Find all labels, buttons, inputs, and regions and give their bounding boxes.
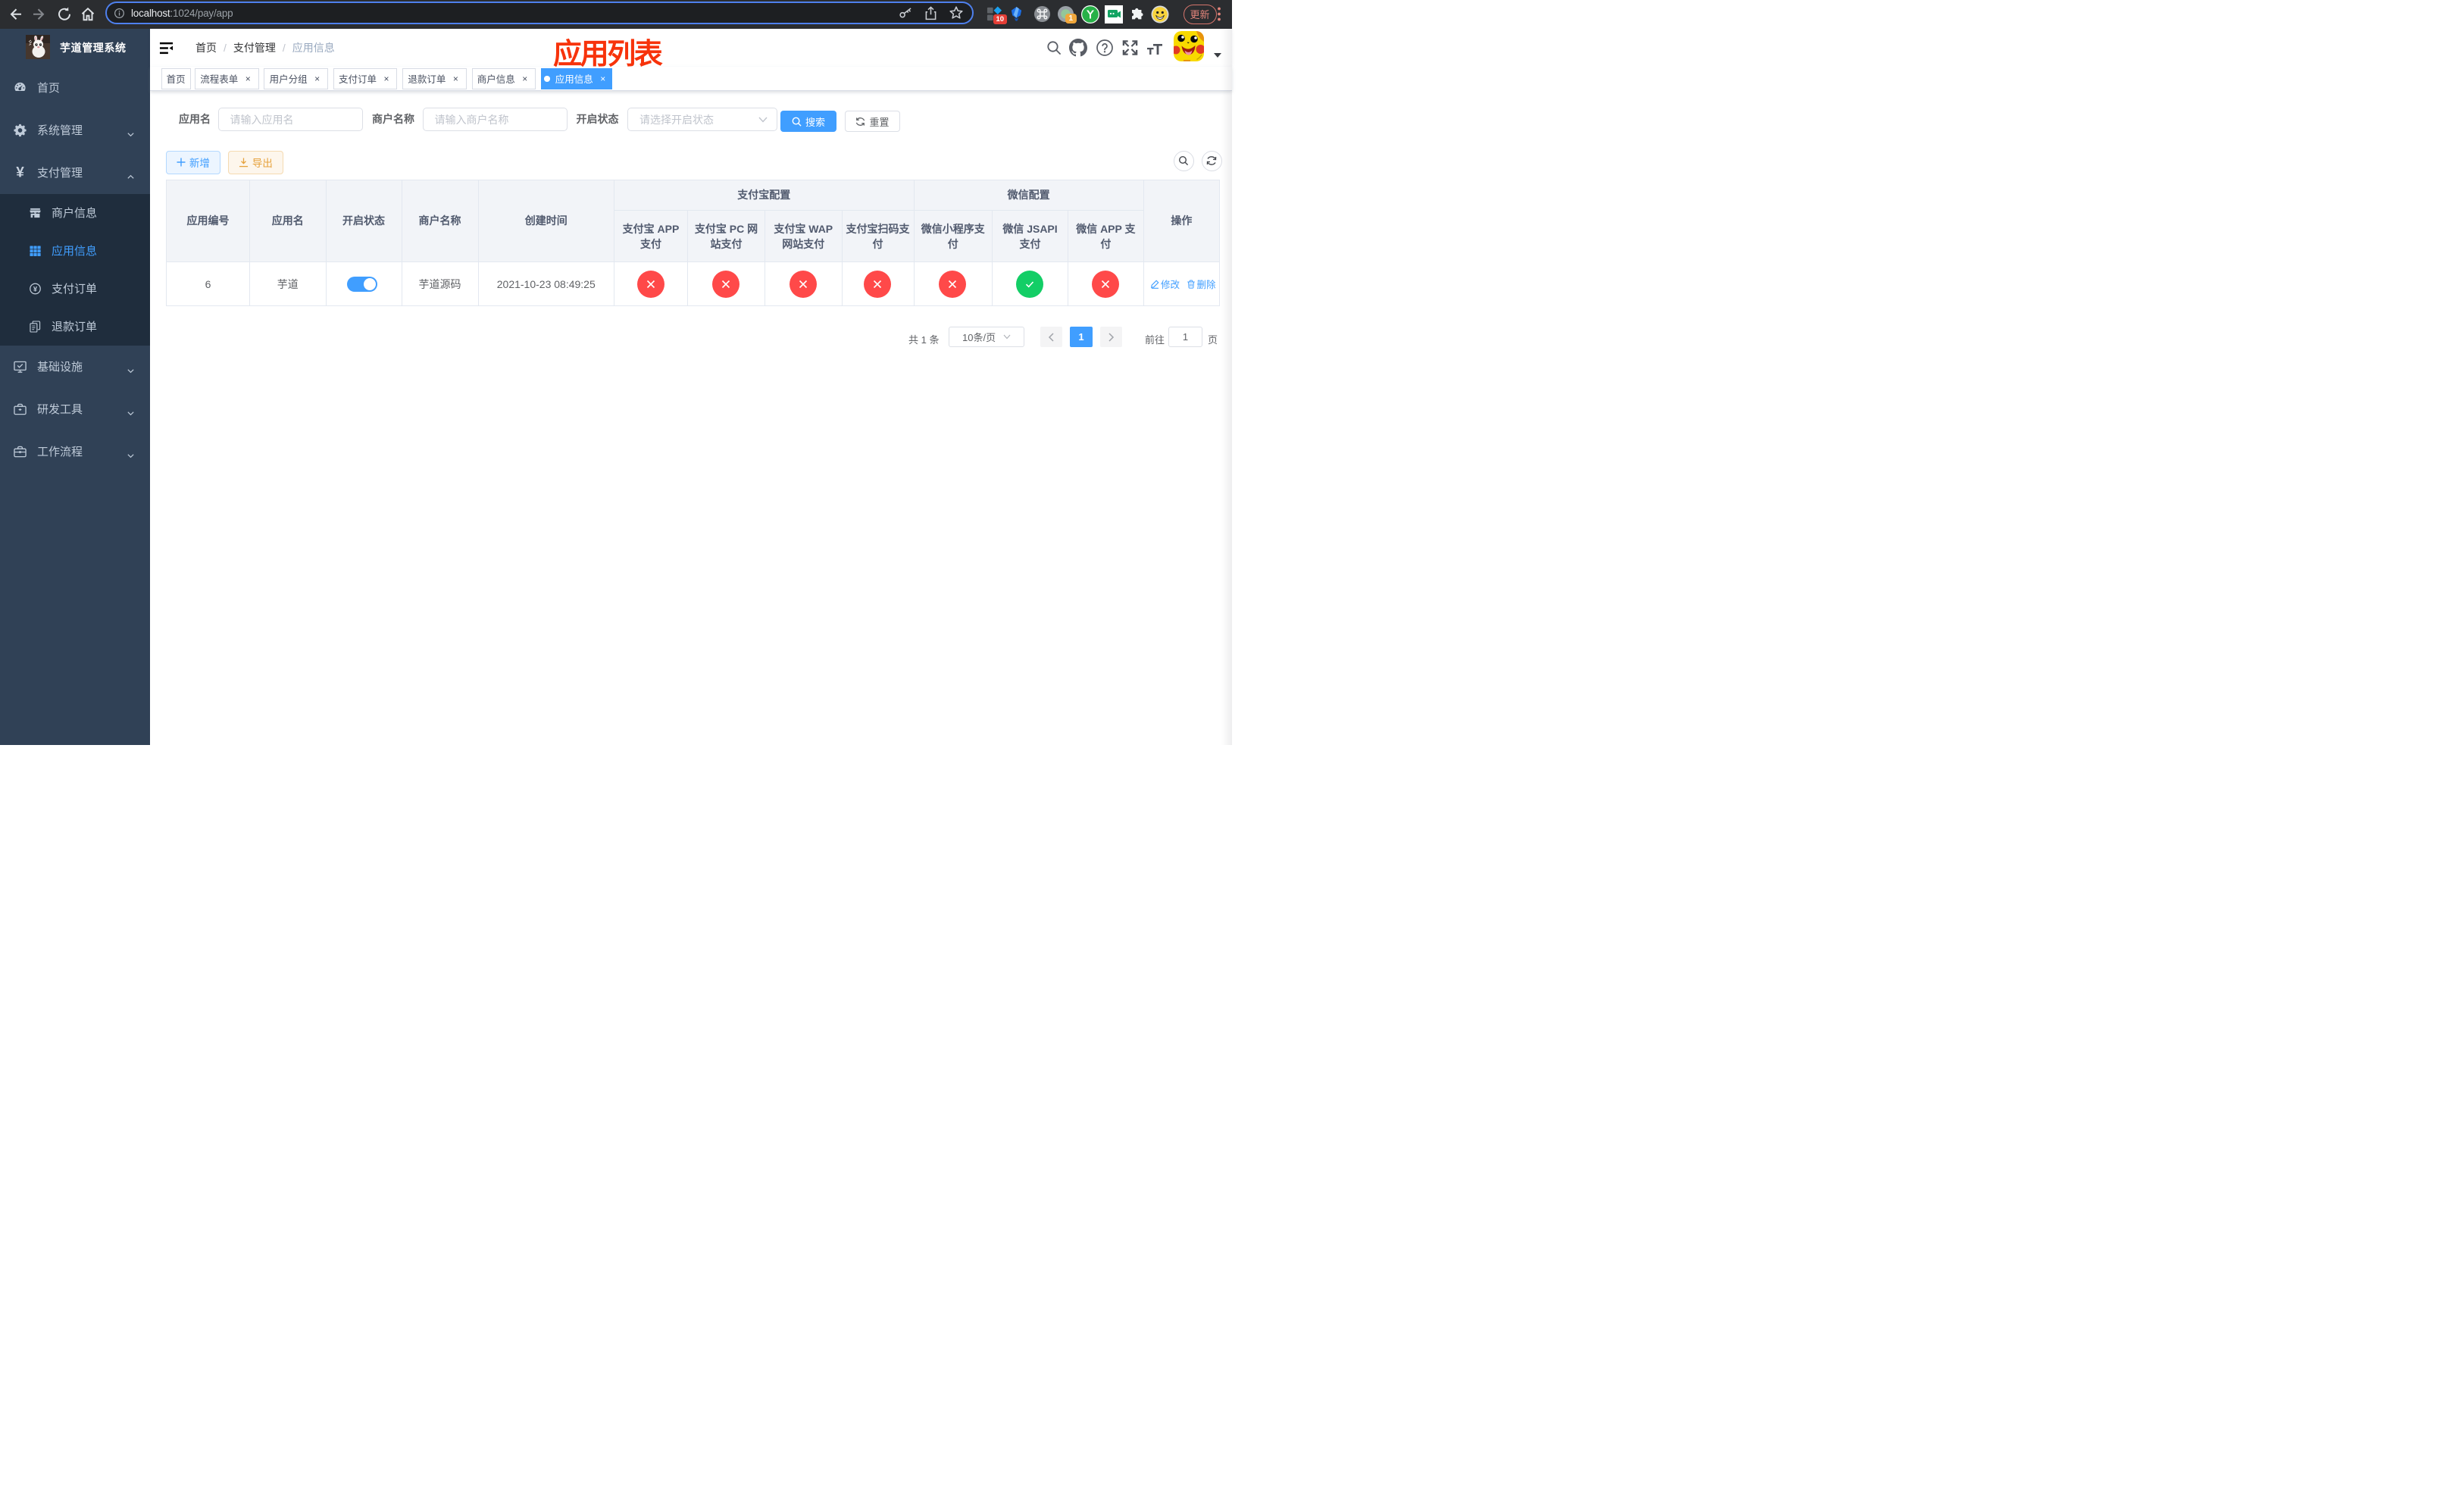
svg-text:¥: ¥	[33, 285, 38, 293]
